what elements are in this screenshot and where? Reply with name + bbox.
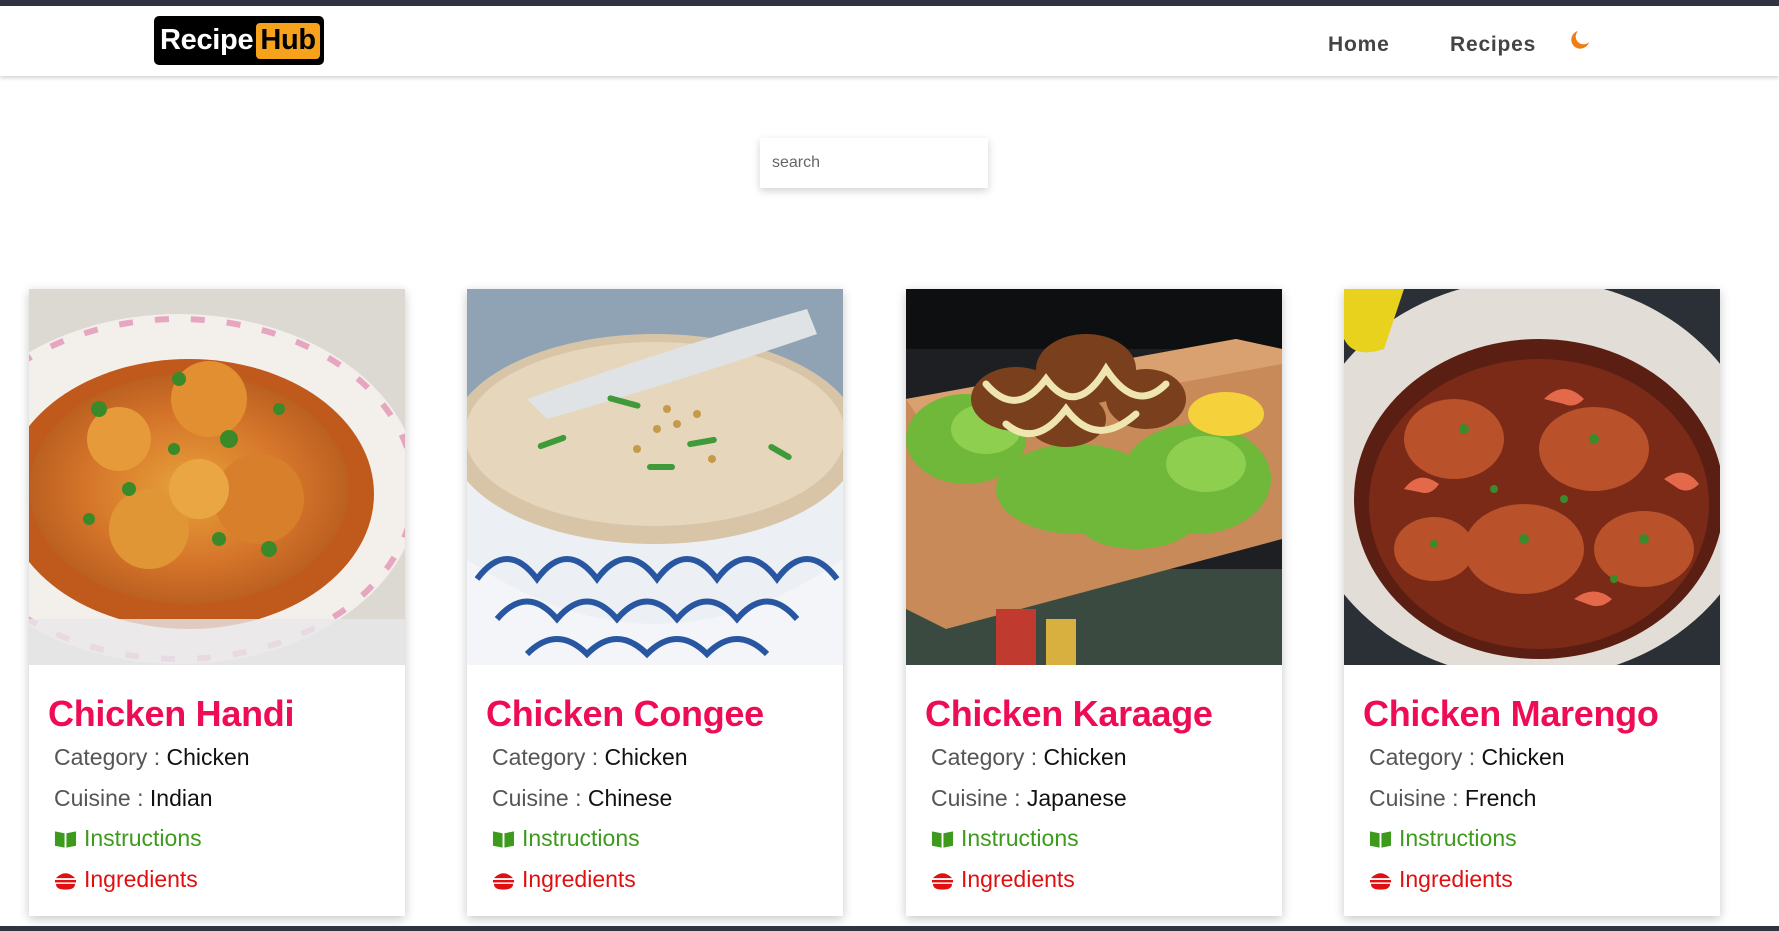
cuisine-label: Cuisine [1369,785,1446,811]
recipe-image[interactable] [29,289,405,665]
cuisine-value: Chinese [587,785,673,811]
recipe-image[interactable] [906,289,1282,665]
ingredients-label: Ingredients [522,866,636,892]
cuisine-value: Indian [149,785,213,811]
moon-icon[interactable] [1568,28,1592,52]
ingredients-label: Ingredients [961,866,1075,892]
logo-text-recipe: Recipe [160,24,254,56]
meta-separator: : [130,785,150,811]
nav-recipes-link[interactable]: Recipes [1450,33,1536,57]
recipe-image[interactable] [467,289,843,665]
recipe-category: Category : Chicken [931,744,1127,771]
category-value: Chicken [1043,744,1127,770]
logo[interactable]: Recipe Hub [154,16,324,65]
recipe-title[interactable]: Chicken Marengo [1363,693,1659,735]
instructions-link[interactable]: Instructions [492,825,640,852]
burger-icon [54,872,77,890]
category-label: Category [1369,744,1463,770]
cuisine-label: Cuisine [931,785,1008,811]
instructions-label: Instructions [522,825,640,851]
recipe-category: Category : Chicken [492,744,688,771]
burger-icon [931,872,954,890]
burger-icon [492,872,515,890]
recipe-cuisine: Cuisine : Japanese [931,785,1127,812]
logo-text-hub: Hub [256,22,320,59]
meta-separator: : [147,744,167,770]
search-input[interactable] [760,138,988,188]
instructions-link[interactable]: Instructions [931,825,1079,852]
recipe-cuisine: Cuisine : Chinese [492,785,672,812]
recipe-title[interactable]: Chicken Congee [486,693,764,735]
recipe-card[interactable]: Chicken Marengo Category : Chicken Cuisi… [1344,289,1720,916]
recipe-card[interactable]: Chicken Handi Category : Chicken Cuisine… [29,289,405,916]
meta-separator: : [1007,785,1027,811]
cuisine-value: French [1464,785,1537,811]
recipe-title[interactable]: Chicken Karaage [925,693,1213,735]
book-open-icon [54,830,77,848]
recipe-category: Category : Chicken [1369,744,1565,771]
recipe-card[interactable]: Chicken Congee Category : Chicken Cuisin… [467,289,843,916]
recipe-cuisine: Cuisine : Indian [54,785,213,812]
category-label: Category [492,744,586,770]
meta-separator: : [585,744,605,770]
instructions-link[interactable]: Instructions [1369,825,1517,852]
recipe-image[interactable] [1344,289,1720,665]
instructions-link[interactable]: Instructions [54,825,202,852]
ingredients-link[interactable]: Ingredients [492,866,636,893]
instructions-label: Instructions [84,825,202,851]
recipe-cuisine: Cuisine : French [1369,785,1536,812]
instructions-label: Instructions [1399,825,1517,851]
meta-separator: : [1462,744,1482,770]
book-open-icon [1369,830,1392,848]
recipe-card[interactable]: Chicken Karaage Category : Chicken Cuisi… [906,289,1282,916]
burger-icon [1369,872,1392,890]
cuisine-value: Japanese [1026,785,1127,811]
category-value: Chicken [604,744,688,770]
meta-separator: : [1445,785,1465,811]
recipe-title[interactable]: Chicken Handi [48,693,294,735]
book-open-icon [492,830,515,848]
window-bottom-strip [0,926,1779,931]
ingredients-label: Ingredients [1399,866,1513,892]
category-label: Category [54,744,148,770]
meta-separator: : [1024,744,1044,770]
ingredients-link[interactable]: Ingredients [1369,866,1513,893]
cuisine-label: Cuisine [492,785,569,811]
ingredients-link[interactable]: Ingredients [931,866,1075,893]
category-value: Chicken [1481,744,1565,770]
meta-separator: : [568,785,588,811]
category-label: Category [931,744,1025,770]
recipe-category: Category : Chicken [54,744,250,771]
nav-home-link[interactable]: Home [1328,33,1390,57]
cuisine-label: Cuisine [54,785,131,811]
instructions-label: Instructions [961,825,1079,851]
ingredients-label: Ingredients [84,866,198,892]
category-value: Chicken [166,744,250,770]
book-open-icon [931,830,954,848]
navbar: Recipe Hub Home Recipes [0,6,1779,76]
ingredients-link[interactable]: Ingredients [54,866,198,893]
